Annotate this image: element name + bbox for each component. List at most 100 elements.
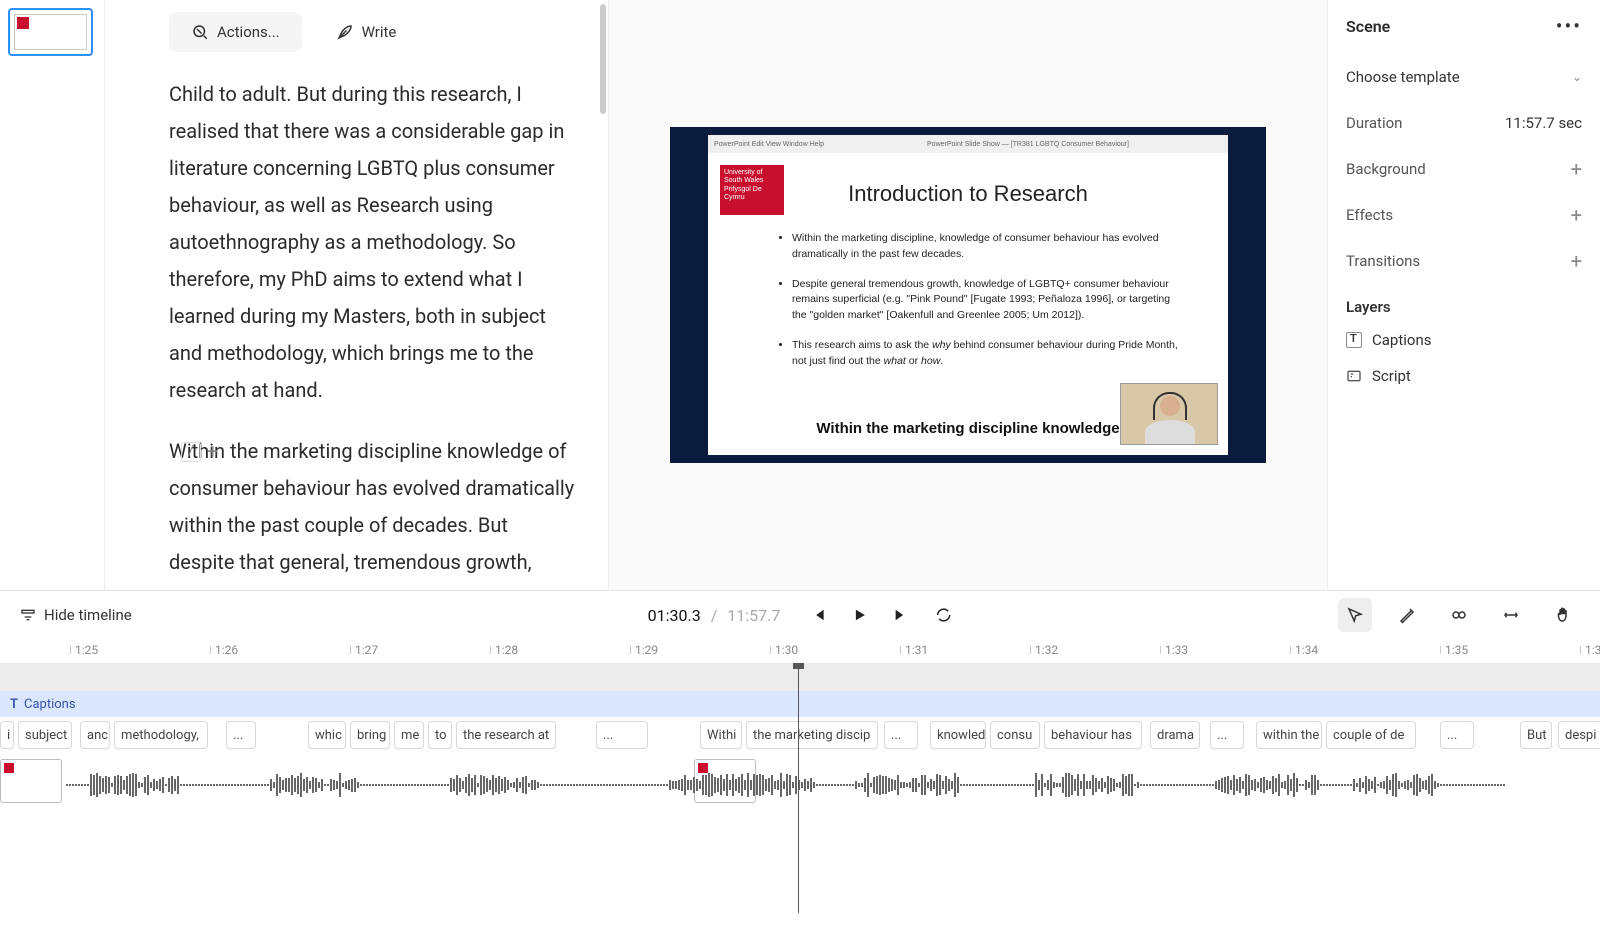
more-menu-icon[interactable]: •••: [1556, 14, 1582, 38]
transitions-label: Transitions: [1346, 252, 1420, 270]
effects-row[interactable]: Effects +: [1346, 192, 1582, 238]
word-clip[interactable]: subject: [18, 721, 72, 749]
layer-captions[interactable]: Captions: [1346, 322, 1582, 358]
scene-number: 1: [0, 24, 1, 38]
prev-icon[interactable]: [808, 606, 826, 624]
word-clip[interactable]: Withi: [700, 721, 742, 749]
word-clips-track[interactable]: isubjectancmethodology,...whicbringmetot…: [0, 719, 1600, 753]
word-clip[interactable]: ...: [1210, 721, 1244, 749]
ruler-tick: 1:3: [1580, 643, 1600, 657]
script-toolbar: Actions... Write: [169, 12, 580, 52]
thumb-preview: [14, 14, 87, 50]
preview-panel: PowerPoint Edit View Window Help PowerPo…: [608, 0, 1327, 590]
word-clip[interactable]: anc: [80, 721, 110, 749]
playhead[interactable]: [798, 663, 799, 913]
bullet-2: Despite general tremendous growth, knowl…: [792, 277, 1186, 324]
para-gutter: / +: [181, 433, 218, 470]
feather-icon: [336, 23, 354, 41]
video-frame[interactable]: PowerPoint Edit View Window Help PowerPo…: [670, 127, 1266, 463]
zoom-tool[interactable]: [1494, 598, 1528, 632]
bullet-3: This research aims to ask the why behind…: [792, 338, 1186, 370]
scene-thumbnails: 1: [0, 0, 105, 590]
timeline: Hide timeline 01:30.3 / 11:57.7 1:251:26…: [0, 590, 1600, 932]
word-clip[interactable]: the research at: [456, 721, 556, 749]
ruler-tick: 1:33: [1160, 643, 1188, 657]
ruler-tick: 1:32: [1030, 643, 1058, 657]
word-clip[interactable]: ...: [596, 721, 648, 749]
next-icon[interactable]: [892, 606, 910, 624]
ruler-tick: 1:28: [490, 643, 518, 657]
loop-icon[interactable]: [934, 606, 952, 624]
timeline-tools: [1338, 598, 1580, 632]
play-icon[interactable]: [850, 606, 868, 624]
ruler-tick: 1:34: [1290, 643, 1318, 657]
add-background-icon[interactable]: +: [1571, 157, 1582, 181]
layer-script-label: Script: [1372, 367, 1411, 385]
word-clip[interactable]: whic: [308, 721, 346, 749]
pointer-tool[interactable]: [1338, 598, 1372, 632]
panel-title: Scene: [1346, 17, 1390, 36]
script-layer-icon: [1346, 368, 1362, 384]
transitions-row[interactable]: Transitions +: [1346, 238, 1582, 284]
word-clip[interactable]: within the p: [1256, 721, 1322, 749]
hide-timeline-button[interactable]: Hide timeline: [20, 606, 132, 624]
effects-label: Effects: [1346, 206, 1393, 224]
actions-button[interactable]: Actions...: [169, 12, 302, 52]
university-logo: University of South Wales Prifysgol De C…: [720, 165, 784, 215]
hide-timeline-label: Hide timeline: [44, 606, 132, 624]
bullet-1: Within the marketing discipline, knowled…: [792, 231, 1186, 263]
transcript-para-2[interactable]: Within the marketing discipline knowledg…: [169, 433, 576, 586]
time-display: 01:30.3 / 11:57.7: [648, 606, 953, 625]
tracks[interactable]: T Captions isubject ancmethodology,... whi…: [0, 663, 1600, 913]
slide-menubar: PowerPoint Edit View Window Help PowerPo…: [708, 135, 1228, 153]
word-clip[interactable]: behaviour has: [1044, 721, 1142, 749]
time-ruler[interactable]: 1:251:261:271:281:291:301:311:321:331:34…: [0, 639, 1600, 663]
ruler-tick: 1:25: [70, 643, 98, 657]
word-clip[interactable]: consu: [990, 721, 1040, 749]
blade-tool[interactable]: [1390, 598, 1424, 632]
duration-row: Duration 11:57.7 sec: [1346, 100, 1582, 146]
word-clip[interactable]: couple of de: [1326, 721, 1416, 749]
ruler-tick: 1:27: [350, 643, 378, 657]
ruler-tick: 1:31: [900, 643, 928, 657]
script-body[interactable]: Child to adult. But during this research…: [105, 76, 580, 586]
captions-track-header[interactable]: T Captions: [0, 691, 1600, 717]
slide-bullets: Within the marketing discipline, knowled…: [780, 231, 1186, 369]
scene-thumb-1[interactable]: 1: [8, 8, 93, 56]
slide-title: Introduction to Research: [708, 181, 1228, 207]
properties-panel: Scene ••• Choose template ⌄ Duration 11:…: [1327, 0, 1600, 590]
audio-waveform: [66, 771, 1586, 799]
background-row[interactable]: Background +: [1346, 146, 1582, 192]
word-clip[interactable]: the marketing discip: [746, 721, 878, 749]
time-sep: /: [711, 606, 718, 625]
word-clip[interactable]: methodology,: [114, 721, 208, 749]
playback-buttons: [808, 606, 952, 624]
word-clip[interactable]: despi: [1558, 721, 1600, 749]
template-label: Choose template: [1346, 68, 1460, 86]
word-clip[interactable]: ...: [884, 721, 918, 749]
scrollbar[interactable]: [600, 4, 606, 114]
word-clip[interactable]: drama: [1150, 721, 1200, 749]
layer-captions-label: Captions: [1372, 331, 1431, 349]
range-tool[interactable]: [1442, 598, 1476, 632]
hand-tool[interactable]: [1546, 598, 1580, 632]
word-clip[interactable]: me: [394, 721, 424, 749]
word-clip[interactable]: to: [428, 721, 452, 749]
transcript-para-1[interactable]: Child to adult. But during this research…: [169, 76, 576, 409]
word-clip[interactable]: But: [1520, 721, 1552, 749]
template-selector[interactable]: Choose template ⌄: [1346, 54, 1582, 100]
word-clip[interactable]: knowled: [930, 721, 986, 749]
script-panel: Actions... Write Child to adult. But dur…: [105, 0, 608, 590]
write-button[interactable]: Write: [314, 12, 419, 52]
layer-script[interactable]: Script: [1346, 358, 1582, 394]
waveform-track[interactable]: [0, 757, 1600, 813]
word-clip[interactable]: i: [0, 721, 14, 749]
word-clip[interactable]: ...: [226, 721, 256, 749]
slash-marker[interactable]: /: [181, 442, 201, 462]
add-effects-icon[interactable]: +: [1571, 203, 1582, 227]
add-transitions-icon[interactable]: +: [1571, 249, 1582, 273]
scene-clip-1[interactable]: [0, 759, 62, 803]
word-clip[interactable]: ...: [1440, 721, 1474, 749]
word-clip[interactable]: bring: [350, 721, 390, 749]
add-marker[interactable]: +: [207, 433, 218, 470]
